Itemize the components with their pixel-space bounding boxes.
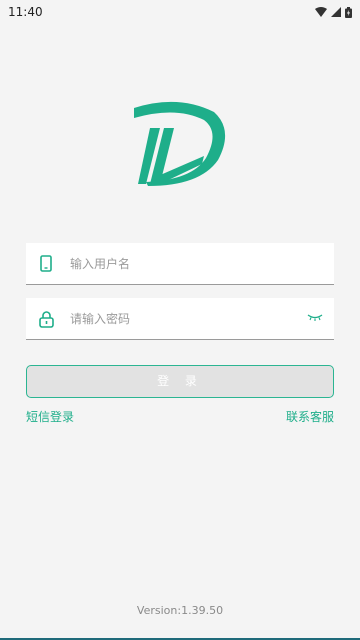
status-icons — [315, 6, 352, 18]
version-label: Version:1.39.50 — [136, 604, 224, 617]
battery-icon — [345, 6, 352, 18]
status-bar: 11:40 — [0, 0, 360, 24]
customer-service-link[interactable]: 联系客服 — [286, 408, 334, 425]
password-visibility-toggle[interactable] — [306, 310, 324, 326]
status-time: 11:40 — [8, 5, 43, 19]
password-input[interactable] — [70, 311, 270, 326]
app-logo — [130, 98, 228, 190]
lock-icon — [38, 310, 54, 328]
login-screen: 11:40 输入用户名 登 录 短信登录 联系客服 Version:1.39.5… — [0, 0, 360, 640]
phone-icon — [38, 255, 54, 273]
sms-login-link[interactable]: 短信登录 — [26, 408, 74, 425]
eye-closed-icon — [307, 314, 323, 321]
d-letter-logo-icon — [134, 101, 226, 186]
username-field — [26, 243, 334, 285]
signal-icon — [331, 7, 341, 17]
password-field — [26, 298, 334, 340]
wifi-icon — [315, 7, 327, 17]
login-button[interactable]: 登 录 — [26, 365, 334, 398]
username-input[interactable] — [70, 256, 270, 271]
